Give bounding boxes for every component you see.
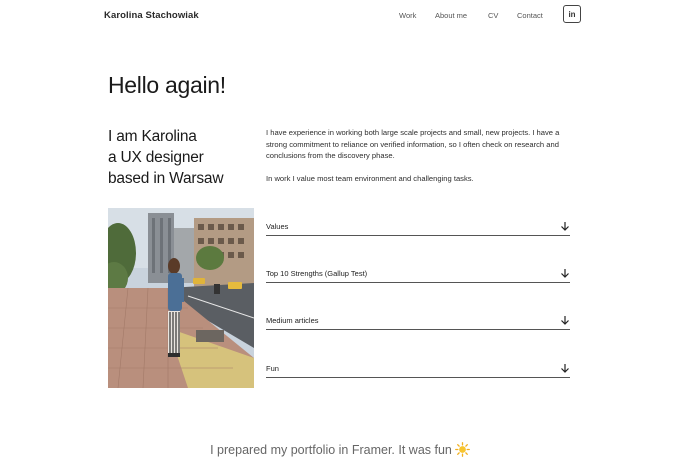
bio-paragraph: I have experience in working both large … bbox=[266, 128, 560, 160]
linkedin-button[interactable]: in bbox=[563, 5, 581, 23]
accordion-strengths[interactable]: Top 10 Strengths (Gallup Test) bbox=[266, 269, 570, 283]
nav-contact[interactable]: Contact bbox=[517, 11, 543, 20]
arrow-down-icon bbox=[560, 266, 570, 284]
arrow-down-icon bbox=[560, 313, 570, 331]
accordion-label: Medium articles bbox=[266, 316, 319, 325]
nav-cv[interactable]: CV bbox=[488, 11, 498, 20]
accordion-medium-articles[interactable]: Medium articles bbox=[266, 316, 570, 330]
intro-text: I am Karolina a UX designer based in War… bbox=[108, 126, 224, 189]
sun-icon bbox=[454, 442, 470, 460]
intro-line: a UX designer bbox=[108, 149, 204, 166]
accordion-fun[interactable]: Fun bbox=[266, 364, 570, 378]
page-title: Hello again! bbox=[108, 72, 226, 98]
accordion-label: Top 10 Strengths (Gallup Test) bbox=[266, 269, 368, 278]
brand-name[interactable]: Karolina Stachowiak bbox=[104, 10, 199, 21]
intro-line: I am Karolina bbox=[108, 128, 197, 145]
nav-about-me[interactable]: About me bbox=[435, 11, 467, 20]
arrow-down-icon bbox=[560, 361, 570, 379]
linkedin-icon: in bbox=[568, 9, 576, 19]
footer-note: I prepared my portfolio in Framer. It wa… bbox=[0, 442, 680, 460]
bio-text: I have experience in working both large … bbox=[266, 127, 576, 196]
arrow-down-icon bbox=[560, 219, 570, 237]
bio-paragraph: In work I value most team environment an… bbox=[266, 174, 474, 183]
intro-line: based in Warsaw bbox=[108, 170, 224, 187]
profile-photo bbox=[108, 208, 254, 388]
accordion-label: Values bbox=[266, 222, 289, 231]
accordion-values[interactable]: Values bbox=[266, 222, 570, 236]
nav-work[interactable]: Work bbox=[399, 11, 416, 20]
footer-text: I prepared my portfolio in Framer. It wa… bbox=[210, 443, 452, 457]
accordion-label: Fun bbox=[266, 364, 279, 373]
